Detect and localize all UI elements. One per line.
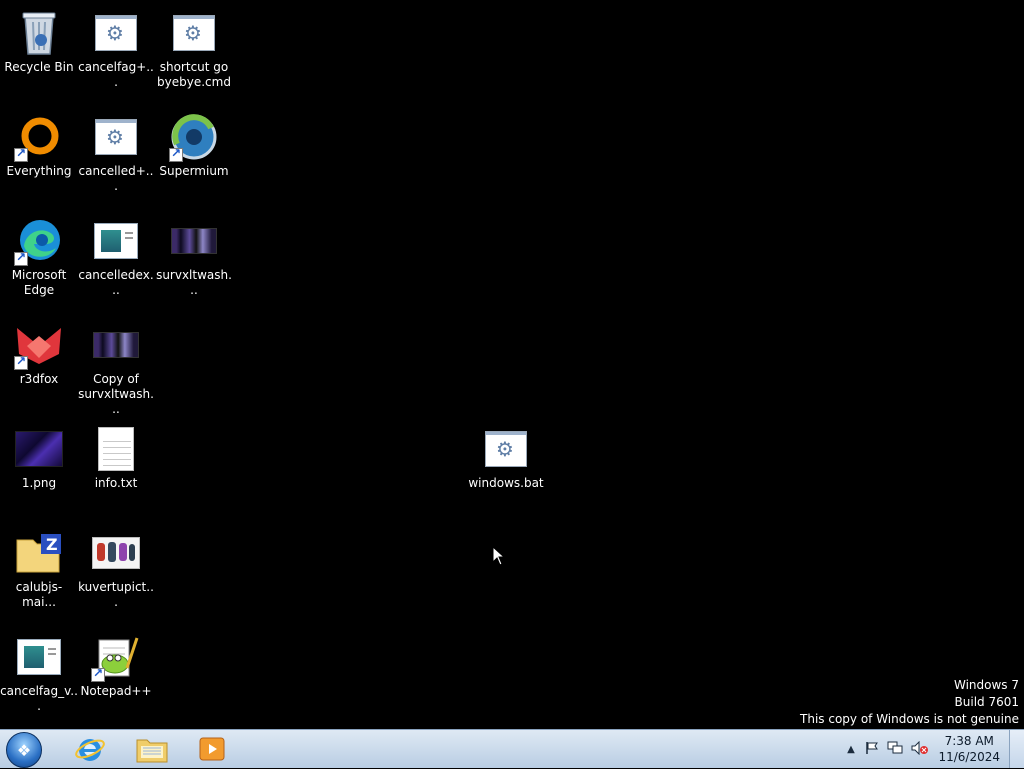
desktop-icon-label: windows.bat xyxy=(468,476,544,490)
desktop-icon-label: cancelfag_v... xyxy=(0,684,78,713)
desktop-icon-copy-of-survxltwash[interactable]: Copy of survxltwash... xyxy=(77,316,155,417)
desktop-icon-r3dfox[interactable]: r3dfox xyxy=(0,316,78,387)
shortcut-arrow-icon xyxy=(14,354,28,370)
notification-area: ▲ xyxy=(845,730,929,769)
shortcut-arrow-icon xyxy=(14,250,28,266)
watermark-genuine-notice: This copy of Windows is not genuine xyxy=(800,712,1019,726)
explorer-folder-icon xyxy=(136,739,168,763)
desktop-icon-shortcut-go-byebye[interactable]: ⚙ shortcut go byebye.cmd xyxy=(155,4,233,90)
desktop-icon-label: r3dfox xyxy=(19,372,59,386)
image-thumbnail-icon xyxy=(14,424,64,474)
desktop-icon-everything[interactable]: Everything xyxy=(0,108,78,179)
microsoft-edge-icon xyxy=(14,216,64,266)
text-document-icon xyxy=(91,424,141,474)
desktop-icon-info-txt[interactable]: info.txt xyxy=(77,420,155,491)
desktop-icon-label: shortcut go byebye.cmd xyxy=(157,60,231,89)
desktop-icon-calubjs[interactable]: Z calubjs-mai... xyxy=(0,524,78,610)
desktop-icon-label: Notepad++ xyxy=(80,684,152,698)
taskbar-clock[interactable]: 7:38 AM 11/6/2024 xyxy=(938,733,1000,765)
desktop-icon-label: 1.png xyxy=(21,476,57,490)
show-desktop-button[interactable] xyxy=(1009,730,1024,768)
taskbar-button-media-player[interactable] xyxy=(186,732,238,766)
windows-not-genuine-watermark: Windows 7 Build 7601 This copy of Window… xyxy=(800,677,1019,728)
batch-file-icon: ⚙ xyxy=(169,8,219,58)
batch-file-icon: ⚙ xyxy=(91,8,141,58)
desktop-icon-label: Copy of survxltwash... xyxy=(78,372,154,416)
zip-folder-icon: Z xyxy=(14,528,64,578)
shortcut-arrow-icon xyxy=(91,666,105,682)
notepad-plus-plus-icon xyxy=(91,632,141,682)
taskbar-button-internet-explorer[interactable] xyxy=(64,732,116,766)
start-button[interactable]: ❖ xyxy=(6,732,42,768)
desktop-icon-microsoft-edge[interactable]: Microsoft Edge xyxy=(0,212,78,298)
desktop-icon-kuvertupict[interactable]: kuvertupict... xyxy=(77,524,155,610)
desktop[interactable]: Recycle Bin Everything Microsoft Edge xyxy=(0,0,1024,729)
supermium-icon xyxy=(169,112,219,162)
window-app-icon xyxy=(91,216,141,266)
desktop-icon-supermium[interactable]: Supermium xyxy=(155,108,233,179)
r3dfox-icon xyxy=(14,320,64,370)
taskbar: ❖ ▲ 7:38 AM 11/6/2024 xyxy=(0,729,1024,768)
desktop-icon-label: cancelledex... xyxy=(78,268,154,297)
desktop-icon-windows-bat[interactable]: ⚙ windows.bat xyxy=(467,420,545,491)
show-hidden-icons-button[interactable]: ▲ xyxy=(845,744,857,755)
desktop-icon-label: calubjs-mai... xyxy=(15,580,63,609)
svg-text:Z: Z xyxy=(46,535,58,554)
batch-file-icon: ⚙ xyxy=(91,112,141,162)
window-app-icon xyxy=(14,632,64,682)
desktop-icon-label: survxltwash... xyxy=(156,268,232,297)
desktop-icon-label: kuvertupict... xyxy=(78,580,154,609)
desktop-icon-label: Everything xyxy=(6,164,72,178)
desktop-icon-label: cancelled+... xyxy=(78,164,154,193)
media-player-icon xyxy=(199,737,225,761)
shortcut-arrow-icon xyxy=(169,146,183,162)
desktop-icon-recycle-bin[interactable]: Recycle Bin xyxy=(0,4,78,75)
image-thumbnail-icon xyxy=(91,320,141,370)
desktop-icon-label: info.txt xyxy=(94,476,138,490)
image-thumbnail-icon xyxy=(169,216,219,266)
clock-time: 7:38 AM xyxy=(944,734,994,748)
clock-date: 11/6/2024 xyxy=(938,750,1000,764)
desktop-icon-notepad-plus-plus[interactable]: Notepad++ xyxy=(77,628,155,699)
desktop-icon-cancelfag-plus[interactable]: ⚙ cancelfag+... xyxy=(77,4,155,90)
ie-icon xyxy=(75,739,105,761)
desktop-icon-label: Microsoft Edge xyxy=(11,268,67,297)
desktop-icon-label: Supermium xyxy=(159,164,229,178)
windows-logo-icon: ❖ xyxy=(16,740,32,760)
volume-muted-icon[interactable] xyxy=(911,740,929,758)
shortcut-arrow-icon xyxy=(14,146,28,162)
everything-icon xyxy=(14,112,64,162)
desktop-icon-cancelledex[interactable]: cancelledex... xyxy=(77,212,155,298)
watermark-os-name: Windows 7 xyxy=(953,678,1019,692)
desktop-icon-survxltwash[interactable]: survxltwash... xyxy=(155,212,233,298)
desktop-icon-label: Recycle Bin xyxy=(4,60,74,74)
batch-file-icon: ⚙ xyxy=(481,424,531,474)
desktop-icon-1-png[interactable]: 1.png xyxy=(0,420,78,491)
desktop-icon-cancelfag-v[interactable]: cancelfag_v... xyxy=(0,628,78,714)
watermark-build: Build 7601 xyxy=(954,695,1019,709)
image-thumbnail-icon xyxy=(91,528,141,578)
network-icon[interactable] xyxy=(887,741,903,758)
recycle-bin-icon xyxy=(14,8,64,58)
desktop-icon-cancelled-plus[interactable]: ⚙ cancelled+... xyxy=(77,108,155,194)
desktop-icon-label: cancelfag+... xyxy=(78,60,154,89)
taskbar-button-windows-explorer[interactable] xyxy=(126,732,178,766)
action-center-flag-icon[interactable] xyxy=(865,741,879,758)
